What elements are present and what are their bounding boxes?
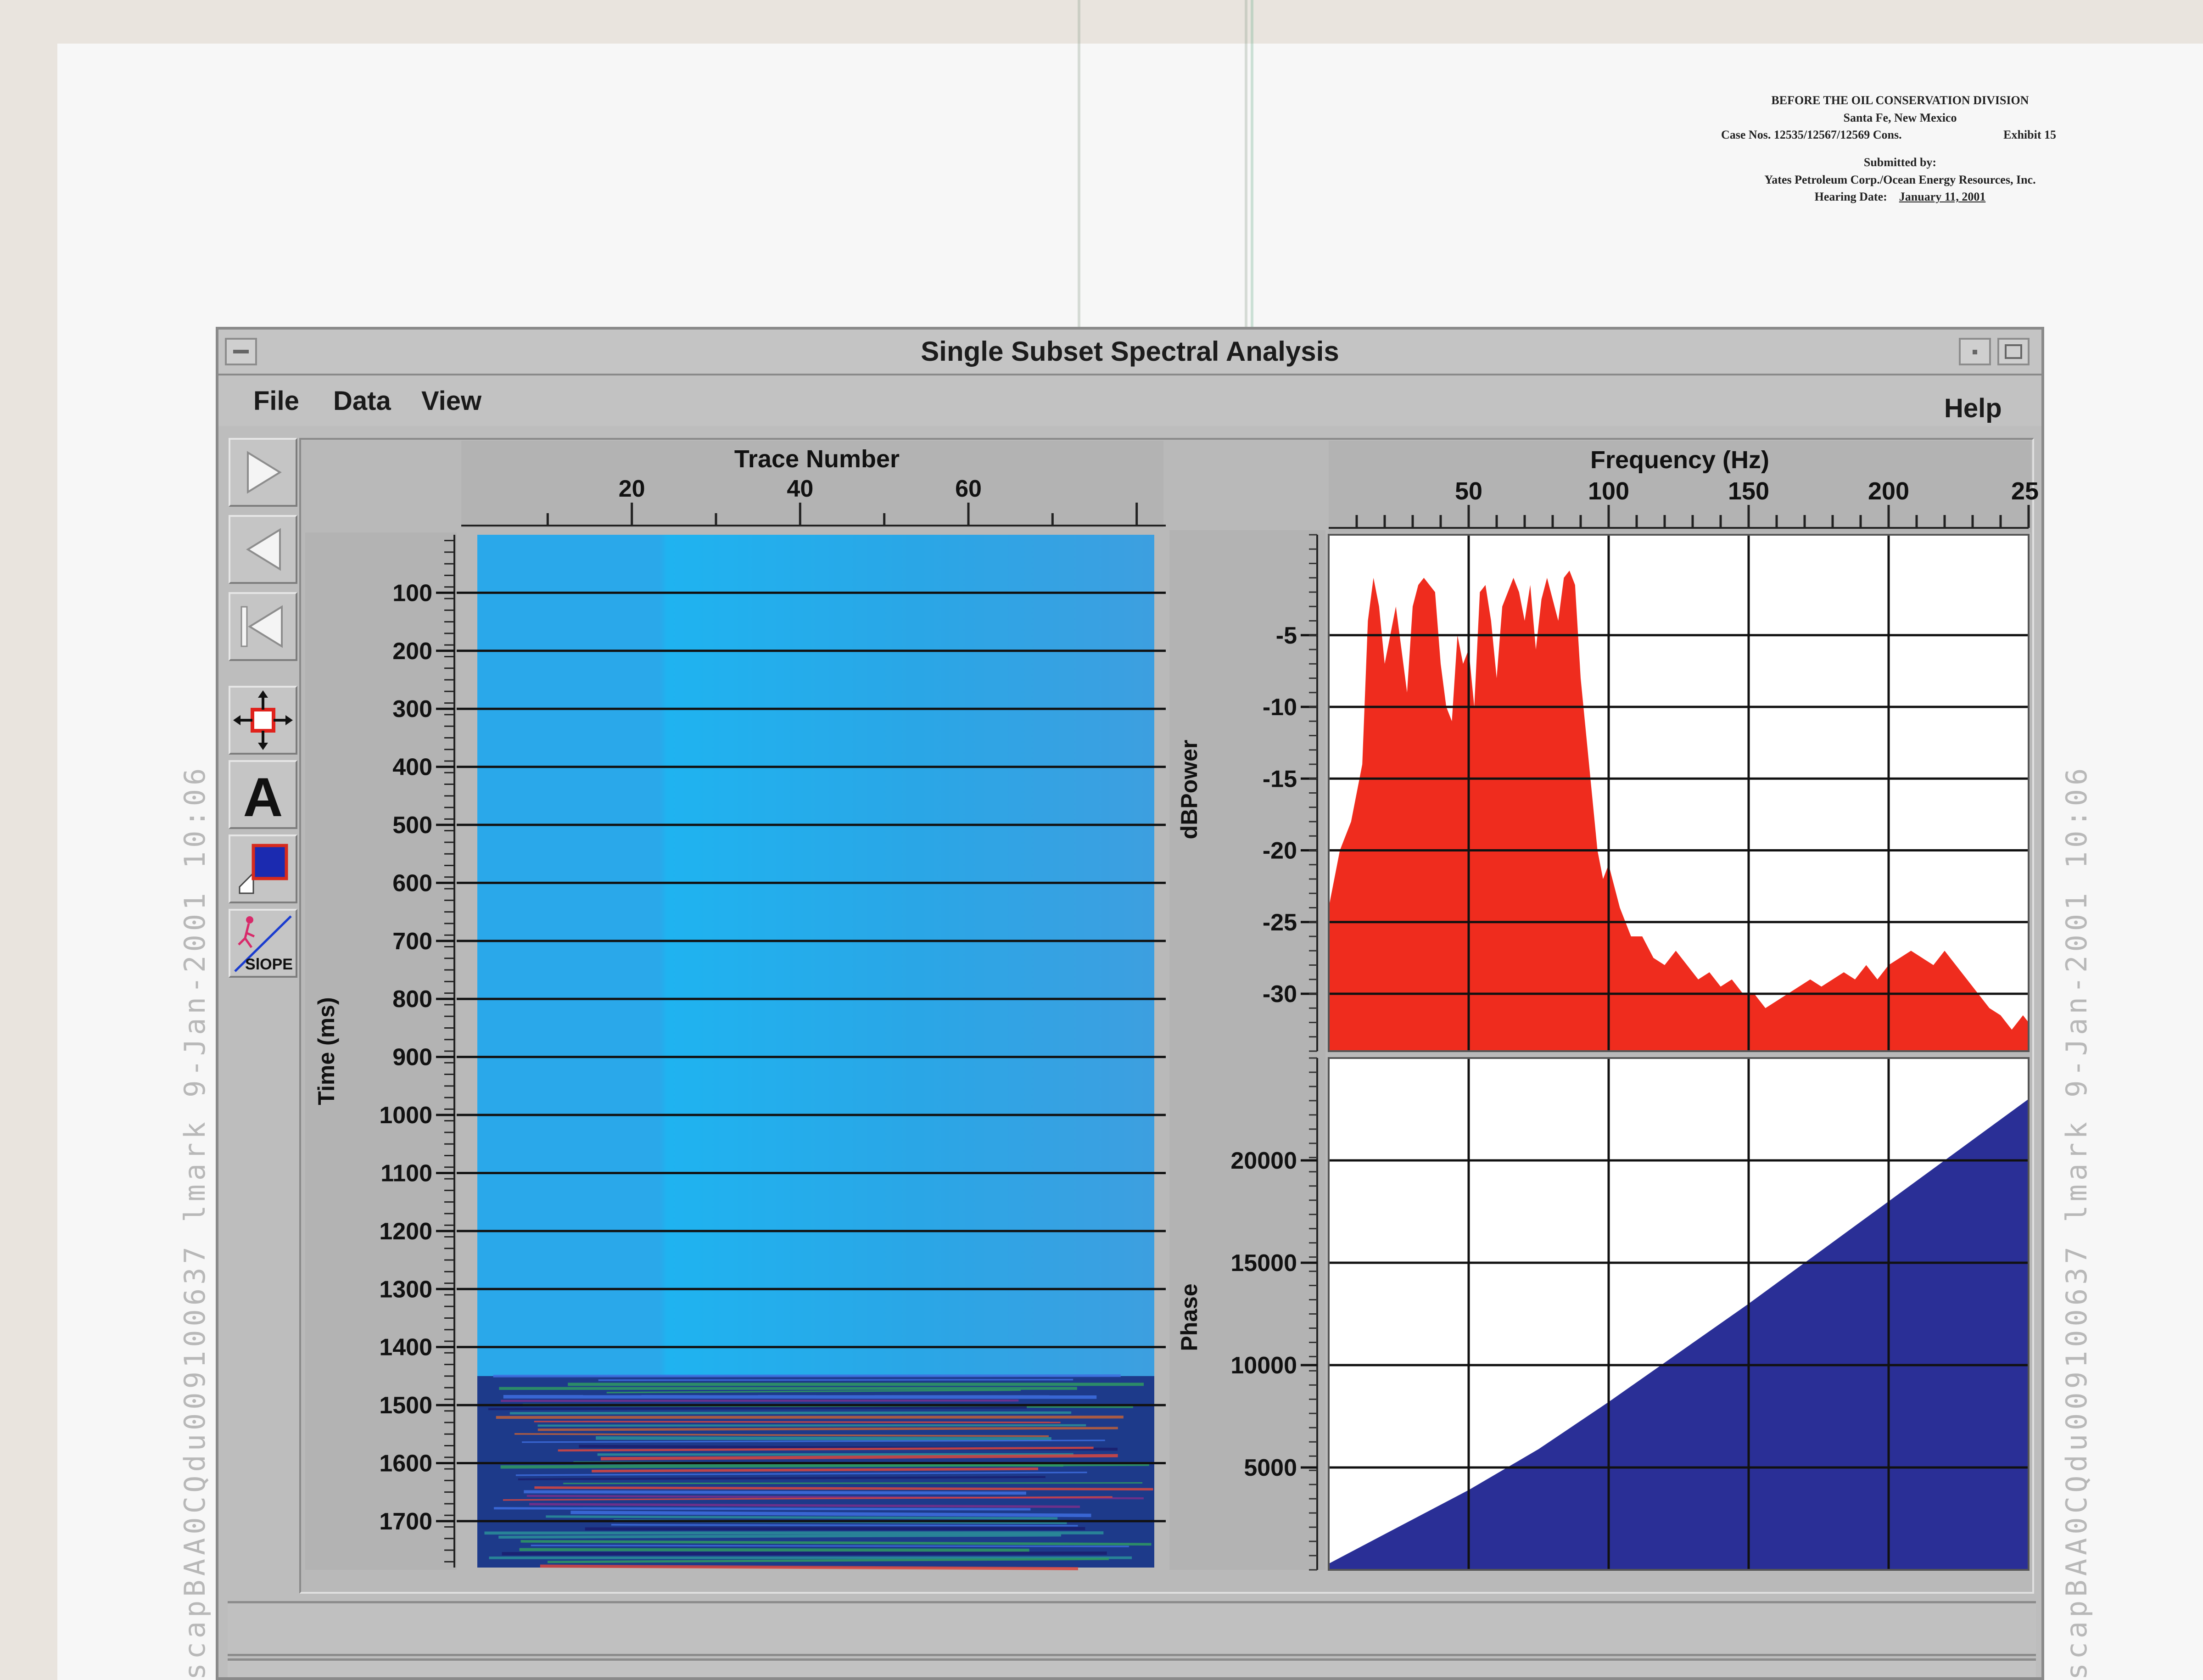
time-tick-label: 700 bbox=[392, 928, 432, 955]
value-tick-label: -15 bbox=[1263, 766, 1297, 792]
trace-tick-label: 20 bbox=[619, 476, 645, 502]
time-tick-label: 400 bbox=[392, 754, 432, 781]
seismic-reflector bbox=[537, 1427, 1118, 1431]
freq-tick-label: 50 bbox=[1455, 477, 1482, 505]
value-tick-label: -25 bbox=[1263, 909, 1297, 936]
seismic-reflector bbox=[596, 1436, 1051, 1441]
time-tick-label: 1300 bbox=[379, 1276, 432, 1303]
time-tick-label: 500 bbox=[392, 812, 432, 839]
seismic-reflector bbox=[537, 1424, 1086, 1427]
trace-tick-label: 40 bbox=[787, 476, 813, 502]
power-axis-title: dBPower bbox=[1176, 740, 1202, 840]
time-tick-label: 100 bbox=[392, 580, 432, 606]
time-tick-label: 900 bbox=[392, 1044, 432, 1071]
seismic-reflector bbox=[611, 1524, 1078, 1527]
time-tick-label: 300 bbox=[392, 696, 432, 722]
value-tick-label: 15000 bbox=[1230, 1250, 1297, 1277]
trace-tick-label: 60 bbox=[955, 476, 982, 502]
value-tick-label: 20000 bbox=[1230, 1148, 1297, 1174]
time-axis-title: Time (ms) bbox=[313, 997, 339, 1105]
time-tick-label: 1000 bbox=[379, 1102, 432, 1129]
time-tick-label: 600 bbox=[392, 870, 432, 896]
time-tick-label: 800 bbox=[392, 986, 432, 1013]
frequency-axis-title: Frequency (Hz) bbox=[1590, 446, 1769, 474]
seismic-reflector bbox=[524, 1490, 1026, 1495]
time-tick-label: 1600 bbox=[379, 1450, 432, 1477]
time-tick-label: 1200 bbox=[379, 1218, 432, 1245]
value-tick-label: -30 bbox=[1263, 981, 1297, 1008]
time-tick-label: 1400 bbox=[379, 1334, 432, 1361]
value-tick-label: -10 bbox=[1263, 694, 1297, 721]
time-tick-label: 1500 bbox=[379, 1392, 432, 1419]
freq-tick-label: 25 bbox=[2011, 477, 2039, 505]
seismic-reflector bbox=[509, 1411, 1072, 1415]
seismic-reflector bbox=[494, 1507, 1031, 1511]
value-tick-label: 10000 bbox=[1230, 1352, 1297, 1379]
value-tick-label: -20 bbox=[1263, 838, 1297, 864]
time-tick-label: 1700 bbox=[379, 1508, 432, 1535]
plots-layer: 100 200 300 400 500 600 700 800 900 1000 1100 1200 1… bbox=[305, 441, 2039, 1571]
value-tick-label: 5000 bbox=[1244, 1455, 1297, 1481]
spectrum-axis-bg bbox=[1169, 530, 1325, 1570]
value-tick-label: -5 bbox=[1276, 622, 1297, 649]
freq-tick-label: 150 bbox=[1728, 477, 1769, 505]
seismic-reflector bbox=[502, 1551, 1107, 1556]
phase-axis-title: Phase bbox=[1176, 1283, 1202, 1351]
seismic-reflector bbox=[501, 1399, 1019, 1402]
trace-axis-title: Trace Number bbox=[734, 445, 900, 473]
seismic-reflector bbox=[563, 1482, 1143, 1484]
time-tick-label: 200 bbox=[392, 638, 432, 665]
seismic-reflector bbox=[534, 1486, 1153, 1491]
time-tick-label: 1100 bbox=[380, 1160, 432, 1187]
freq-tick-label: 200 bbox=[1868, 477, 1909, 505]
freq-tick-label: 100 bbox=[1588, 477, 1629, 505]
